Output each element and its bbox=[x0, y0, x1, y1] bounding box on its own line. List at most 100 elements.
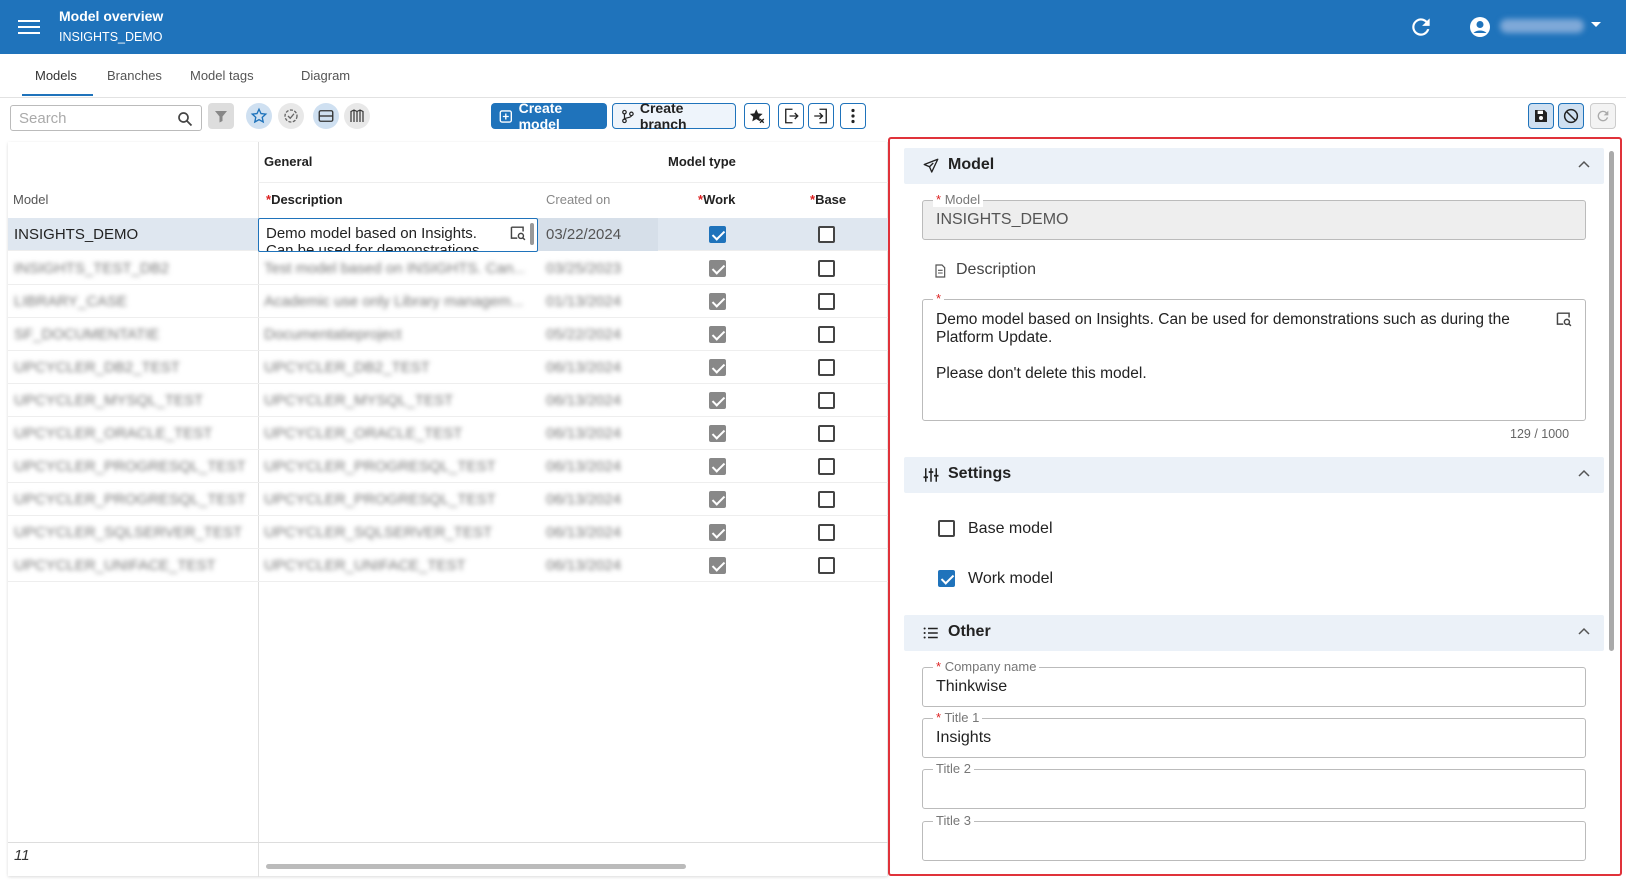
search-input[interactable] bbox=[19, 109, 169, 127]
cell-description: UPCYCLER_MYSQL_TEST bbox=[264, 392, 454, 409]
title-3-field[interactable]: Title 3 bbox=[922, 813, 1586, 861]
work-model-checkbox[interactable] bbox=[938, 570, 955, 587]
tab-diagram[interactable]: Diagram bbox=[301, 68, 350, 83]
checkbox-work[interactable] bbox=[709, 293, 726, 310]
tab-models[interactable]: Models bbox=[35, 68, 77, 83]
checkbox-base[interactable] bbox=[818, 458, 835, 475]
model-field[interactable]: * Model INSIGHTS_DEMO bbox=[922, 192, 1586, 240]
table-row[interactable]: UPCYCLER_PROGRESQL_TEST UPCYCLER_PROGRESQ… bbox=[8, 483, 888, 516]
column-header-model[interactable]: Model bbox=[13, 192, 48, 207]
column-header-work[interactable]: *Work bbox=[698, 192, 735, 207]
zoom-editor-icon[interactable] bbox=[509, 225, 527, 241]
checkbox-work[interactable] bbox=[709, 260, 726, 277]
toolbar: Create model Create branch bbox=[0, 100, 1626, 135]
chevron-up-icon[interactable] bbox=[1578, 160, 1590, 168]
refresh-record-button[interactable] bbox=[1590, 103, 1616, 129]
cell-model: UPCYCLER_ORACLE_TEST bbox=[14, 425, 213, 442]
tab-branches[interactable]: Branches bbox=[107, 68, 162, 83]
table-row[interactable]: UPCYCLER_DB2_TEST UPCYCLER_DB2_TEST 06/13/… bbox=[8, 351, 888, 384]
checkbox-work[interactable] bbox=[709, 491, 726, 508]
title-2-field[interactable]: Title 2 bbox=[922, 761, 1586, 809]
cell-description: UPCYCLER_PROGRESQL_TEST bbox=[264, 458, 496, 475]
tab-model-tags[interactable]: Model tags bbox=[190, 68, 254, 83]
checkbox-work[interactable] bbox=[709, 524, 726, 541]
view-toggle-button[interactable] bbox=[313, 103, 339, 129]
footer-separator bbox=[258, 843, 259, 877]
refresh-icon[interactable] bbox=[1408, 14, 1434, 40]
checkbox-base[interactable] bbox=[818, 260, 835, 277]
clear-favorites-button[interactable] bbox=[744, 103, 770, 129]
checkbox-work[interactable] bbox=[709, 392, 726, 409]
chevron-up-icon[interactable] bbox=[1578, 627, 1590, 635]
section-other-header[interactable]: Other bbox=[904, 615, 1604, 651]
models-grid: General Model type Model *Description Cr… bbox=[8, 142, 888, 877]
column-header-description[interactable]: *Description bbox=[266, 192, 343, 207]
column-header-created-on[interactable]: Created on bbox=[546, 192, 610, 207]
table-row-selected[interactable]: INSIGHTS_DEMO Demo model based on Insigh… bbox=[8, 218, 888, 252]
checkbox-work[interactable] bbox=[709, 557, 726, 574]
base-model-checkbox[interactable] bbox=[938, 520, 955, 537]
checkbox-base[interactable] bbox=[818, 293, 835, 310]
table-row[interactable]: UPCYCLER_UNIFACE_TEST UPCYCLER_UNIFACE_TE… bbox=[8, 549, 888, 582]
checkbox-base[interactable] bbox=[818, 392, 835, 409]
import-button[interactable] bbox=[808, 103, 834, 129]
branch-icon bbox=[622, 109, 634, 123]
description-line-2: Platform Update. bbox=[936, 329, 1053, 346]
column-header-base[interactable]: *Base bbox=[810, 192, 846, 207]
checkbox-work[interactable] bbox=[709, 226, 726, 243]
table-row[interactable]: UPCYCLER_SQLSERVER_TEST UPCYCLER_SQLSERVE… bbox=[8, 516, 888, 549]
zoom-editor-icon[interactable] bbox=[1555, 311, 1573, 327]
create-branch-button[interactable]: Create branch bbox=[612, 100, 736, 132]
checkbox-work[interactable] bbox=[709, 458, 726, 475]
checkbox-work[interactable] bbox=[709, 425, 726, 442]
export-button[interactable] bbox=[778, 103, 804, 129]
horizontal-scrollbar[interactable] bbox=[266, 864, 686, 869]
checkbox-work[interactable] bbox=[709, 359, 726, 376]
columns-button[interactable] bbox=[344, 103, 370, 129]
prefilter-button[interactable] bbox=[278, 103, 304, 129]
user-menu[interactable] bbox=[1468, 13, 1618, 41]
checkbox-base[interactable] bbox=[818, 226, 835, 243]
filter-button[interactable] bbox=[208, 103, 234, 129]
title-1-field[interactable]: * Title 1 Insights bbox=[922, 710, 1586, 758]
table-row[interactable]: LIBRARY_CASE Academic use only Library ma… bbox=[8, 285, 888, 318]
checkbox-base[interactable] bbox=[818, 359, 835, 376]
editor-scrollbar[interactable] bbox=[530, 223, 534, 245]
hamburger-menu-icon[interactable] bbox=[18, 16, 40, 36]
save-button[interactable] bbox=[1528, 103, 1554, 129]
description-editor[interactable]: Demo model based on Insights. Can be use… bbox=[258, 218, 538, 252]
create-model-button[interactable]: Create model bbox=[491, 100, 607, 132]
favorites-button[interactable] bbox=[246, 103, 272, 129]
cell-description: Demo model based on Insights. Can be use… bbox=[266, 225, 480, 252]
checkbox-base[interactable] bbox=[818, 326, 835, 343]
cell-model: LIBRARY_CASE bbox=[14, 293, 128, 310]
cell-description: Documentatieproject bbox=[264, 326, 402, 343]
company-name-field[interactable]: * Company name Thinkwise bbox=[922, 659, 1586, 707]
table-row[interactable]: UPCYCLER_PROGRESQL_TEST UPCYCLER_PROGRESQ… bbox=[8, 450, 888, 483]
checkbox-base[interactable] bbox=[818, 425, 835, 442]
cell-model: UPCYCLER_DB2_TEST bbox=[14, 359, 180, 376]
description-field[interactable]: * Demo model based on Insights. Can be u… bbox=[922, 291, 1586, 421]
chevron-up-icon[interactable] bbox=[1578, 469, 1590, 477]
table-row[interactable]: INSIGHTS_TEST_DB2 Test model based on INS… bbox=[8, 252, 888, 285]
table-row[interactable]: UPCYCLER_MYSQL_TEST UPCYCLER_MYSQL_TEST 06… bbox=[8, 384, 888, 417]
section-model-header[interactable]: Model bbox=[904, 148, 1604, 184]
cancel-button[interactable] bbox=[1558, 103, 1584, 129]
checkbox-base[interactable] bbox=[818, 557, 835, 574]
row-count: 11 bbox=[14, 847, 30, 864]
cell-model: UPCYCLER_PROGRESQL_TEST bbox=[14, 458, 246, 475]
checkbox-base[interactable] bbox=[818, 524, 835, 541]
form-scrollbar[interactable] bbox=[1609, 151, 1614, 651]
section-settings-title: Settings bbox=[948, 465, 1012, 482]
title-1-value: Insights bbox=[936, 729, 992, 746]
section-settings-header[interactable]: Settings bbox=[904, 457, 1604, 493]
star-icon bbox=[250, 107, 268, 124]
cell-description: UPCYCLER_PROGRESQL_TEST bbox=[264, 491, 496, 508]
title-3-label: Title 3 bbox=[933, 813, 974, 828]
search-icon[interactable] bbox=[177, 111, 193, 127]
checkbox-work[interactable] bbox=[709, 326, 726, 343]
checkbox-base[interactable] bbox=[818, 491, 835, 508]
more-options-button[interactable] bbox=[840, 103, 866, 129]
table-row[interactable]: UPCYCLER_ORACLE_TEST UPCYCLER_ORACLE_TEST… bbox=[8, 417, 888, 450]
table-row[interactable]: SF_DOCUMENTATIE Documentatieproject 05/22/… bbox=[8, 318, 888, 351]
